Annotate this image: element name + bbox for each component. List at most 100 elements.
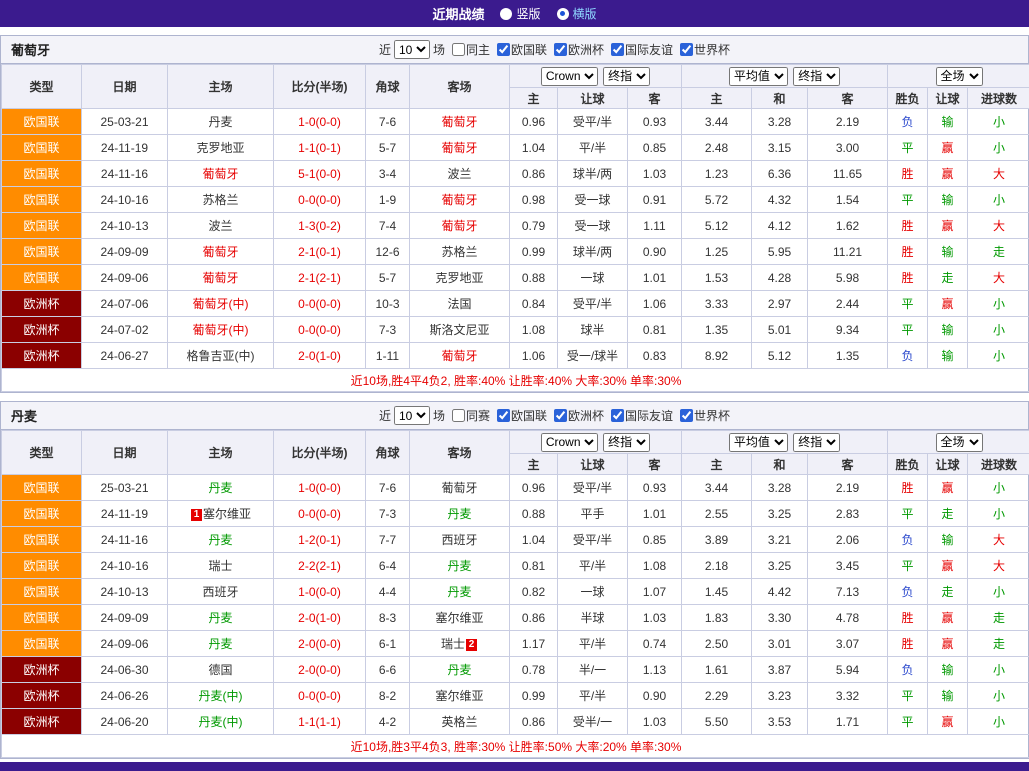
section-title: 丹麦 (1, 406, 81, 425)
competition-badge: 欧国联 (2, 161, 82, 187)
corner-cell: 7-7 (366, 527, 410, 553)
handicap-verdict: 走 (928, 579, 968, 605)
filter-worldcup[interactable]: 世界杯 (680, 407, 730, 424)
crow-handicap: 一球 (558, 265, 628, 291)
competition-badge: 欧洲杯 (2, 291, 82, 317)
team-name: 克罗地亚 (435, 271, 483, 285)
filter-nations-league[interactable]: 欧国联 (497, 407, 547, 424)
match-count-select[interactable]: 10 (394, 406, 430, 425)
horizontal-layout-radio[interactable]: 横版 (557, 5, 597, 22)
home-team-cell: 葡萄牙 (168, 265, 274, 291)
average-stage-select[interactable]: 终指 (793, 67, 840, 86)
avg-home-odds: 5.12 (682, 213, 752, 239)
result-verdict: 平 (888, 553, 928, 579)
avg-away-odds: 2.06 (808, 527, 888, 553)
team-name: 英格兰 (441, 715, 477, 729)
score-cell: 1-2(0-1) (274, 527, 366, 553)
avg-home-odds: 8.92 (682, 343, 752, 369)
corner-cell: 4-2 (366, 709, 410, 735)
goals-verdict: 走 (968, 239, 1029, 265)
average-stage-select[interactable]: 终指 (793, 433, 840, 452)
avg-draw-odds: 3.53 (752, 709, 808, 735)
crow-away-odds: 1.03 (628, 709, 682, 735)
away-team-cell: 丹麦 (410, 657, 510, 683)
horizontal-radio-icon[interactable] (557, 8, 569, 20)
score-cell: 2-0(0-0) (274, 631, 366, 657)
competition-badge: 欧国联 (2, 239, 82, 265)
crow-handicap: 受一/球半 (558, 343, 628, 369)
corner-cell: 12-6 (366, 239, 410, 265)
euro-checkbox[interactable] (554, 43, 567, 56)
worldcup-checkbox[interactable] (680, 409, 693, 422)
match-row: 欧国联 24-10-13 西班牙 1-0(0-0) 4-4 丹麦 0.82 一球… (2, 579, 1029, 605)
euro-checkbox[interactable] (554, 409, 567, 422)
nations-league-checkbox[interactable] (497, 409, 510, 422)
filter-nations-league[interactable]: 欧国联 (497, 41, 547, 58)
filter-worldcup[interactable]: 世界杯 (680, 41, 730, 58)
team-name: 丹麦(中) (199, 715, 243, 729)
goals-verdict: 小 (968, 135, 1029, 161)
friendly-checkbox[interactable] (611, 43, 624, 56)
match-row: 欧国联 24-11-16 丹麦 1-2(0-1) 7-7 西班牙 1.04 受平… (2, 527, 1029, 553)
col-handicap-result: 让球 (928, 88, 968, 109)
odds-stage-select[interactable]: 终指 (603, 67, 650, 86)
team-name: 葡萄牙 (202, 245, 238, 259)
avg-draw-odds: 3.15 (752, 135, 808, 161)
same-checkbox[interactable] (452, 409, 465, 422)
same-checkbox[interactable] (452, 43, 465, 56)
same-filter[interactable]: 同赛 (452, 407, 490, 424)
vertical-layout-radio[interactable]: 竖版 (500, 5, 540, 22)
filter-friendly[interactable]: 国际友谊 (611, 407, 673, 424)
scope-select[interactable]: 全场 (936, 67, 983, 86)
odds-stage-select[interactable]: 终指 (603, 433, 650, 452)
col-type: 类型 (2, 431, 82, 475)
filter-friendly[interactable]: 国际友谊 (611, 41, 673, 58)
team-name: 斯洛文尼亚 (429, 323, 489, 337)
crow-away-odds: 0.85 (628, 527, 682, 553)
average-select[interactable]: 平均值 (729, 433, 788, 452)
score-cell: 0-0(0-0) (274, 291, 366, 317)
crow-handicap: 球半/两 (558, 161, 628, 187)
avg-draw-odds: 6.36 (752, 161, 808, 187)
filter-euro[interactable]: 欧洲杯 (554, 41, 604, 58)
match-date: 24-11-16 (82, 527, 168, 553)
goals-verdict: 小 (968, 317, 1029, 343)
nations-league-checkbox[interactable] (497, 43, 510, 56)
corner-cell: 7-3 (366, 317, 410, 343)
bookmaker-select[interactable]: Crown (541, 67, 598, 86)
bookmaker-select[interactable]: Crown (541, 433, 598, 452)
filter-controls: 近 10 场 同赛 欧国联 欧洲杯 国际友谊 世界杯 (81, 406, 1028, 425)
same-label: 同赛 (466, 407, 490, 424)
team-name: 葡萄牙 (441, 115, 477, 129)
vertical-radio-icon[interactable] (500, 8, 512, 20)
crow-handicap: 半/一 (558, 657, 628, 683)
same-filter[interactable]: 同主 (452, 41, 490, 58)
scope-select[interactable]: 全场 (936, 433, 983, 452)
avg-away-odds: 4.78 (808, 605, 888, 631)
match-date: 24-07-06 (82, 291, 168, 317)
away-team-cell: 苏格兰 (410, 239, 510, 265)
worldcup-checkbox[interactable] (680, 43, 693, 56)
avg-home-odds: 2.50 (682, 631, 752, 657)
handicap-verdict: 走 (928, 501, 968, 527)
team-name: 塞尔维亚 (435, 689, 483, 703)
crow-away-odds: 1.01 (628, 501, 682, 527)
result-verdict: 平 (888, 317, 928, 343)
friendly-checkbox[interactable] (611, 409, 624, 422)
col-date: 日期 (82, 65, 168, 109)
filter-euro[interactable]: 欧洲杯 (554, 407, 604, 424)
score-cell: 2-0(1-0) (274, 605, 366, 631)
avg-home-odds: 1.45 (682, 579, 752, 605)
nations-league-label: 欧国联 (511, 41, 547, 58)
away-team-cell: 葡萄牙 (410, 213, 510, 239)
score-cell: 0-0(0-0) (274, 317, 366, 343)
crow-home-odds: 0.81 (510, 553, 558, 579)
denmark-summary: 近10场,胜3平4负3, 胜率:30% 让胜率:50% 大率:20% 单率:30… (2, 735, 1029, 758)
average-select[interactable]: 平均值 (729, 67, 788, 86)
match-count-select[interactable]: 10 (394, 40, 430, 59)
result-verdict: 胜 (888, 239, 928, 265)
avg-home-odds: 1.35 (682, 317, 752, 343)
col-avg-away: 客 (808, 88, 888, 109)
crow-handicap: 受一球 (558, 213, 628, 239)
worldcup-label: 世界杯 (694, 41, 730, 58)
